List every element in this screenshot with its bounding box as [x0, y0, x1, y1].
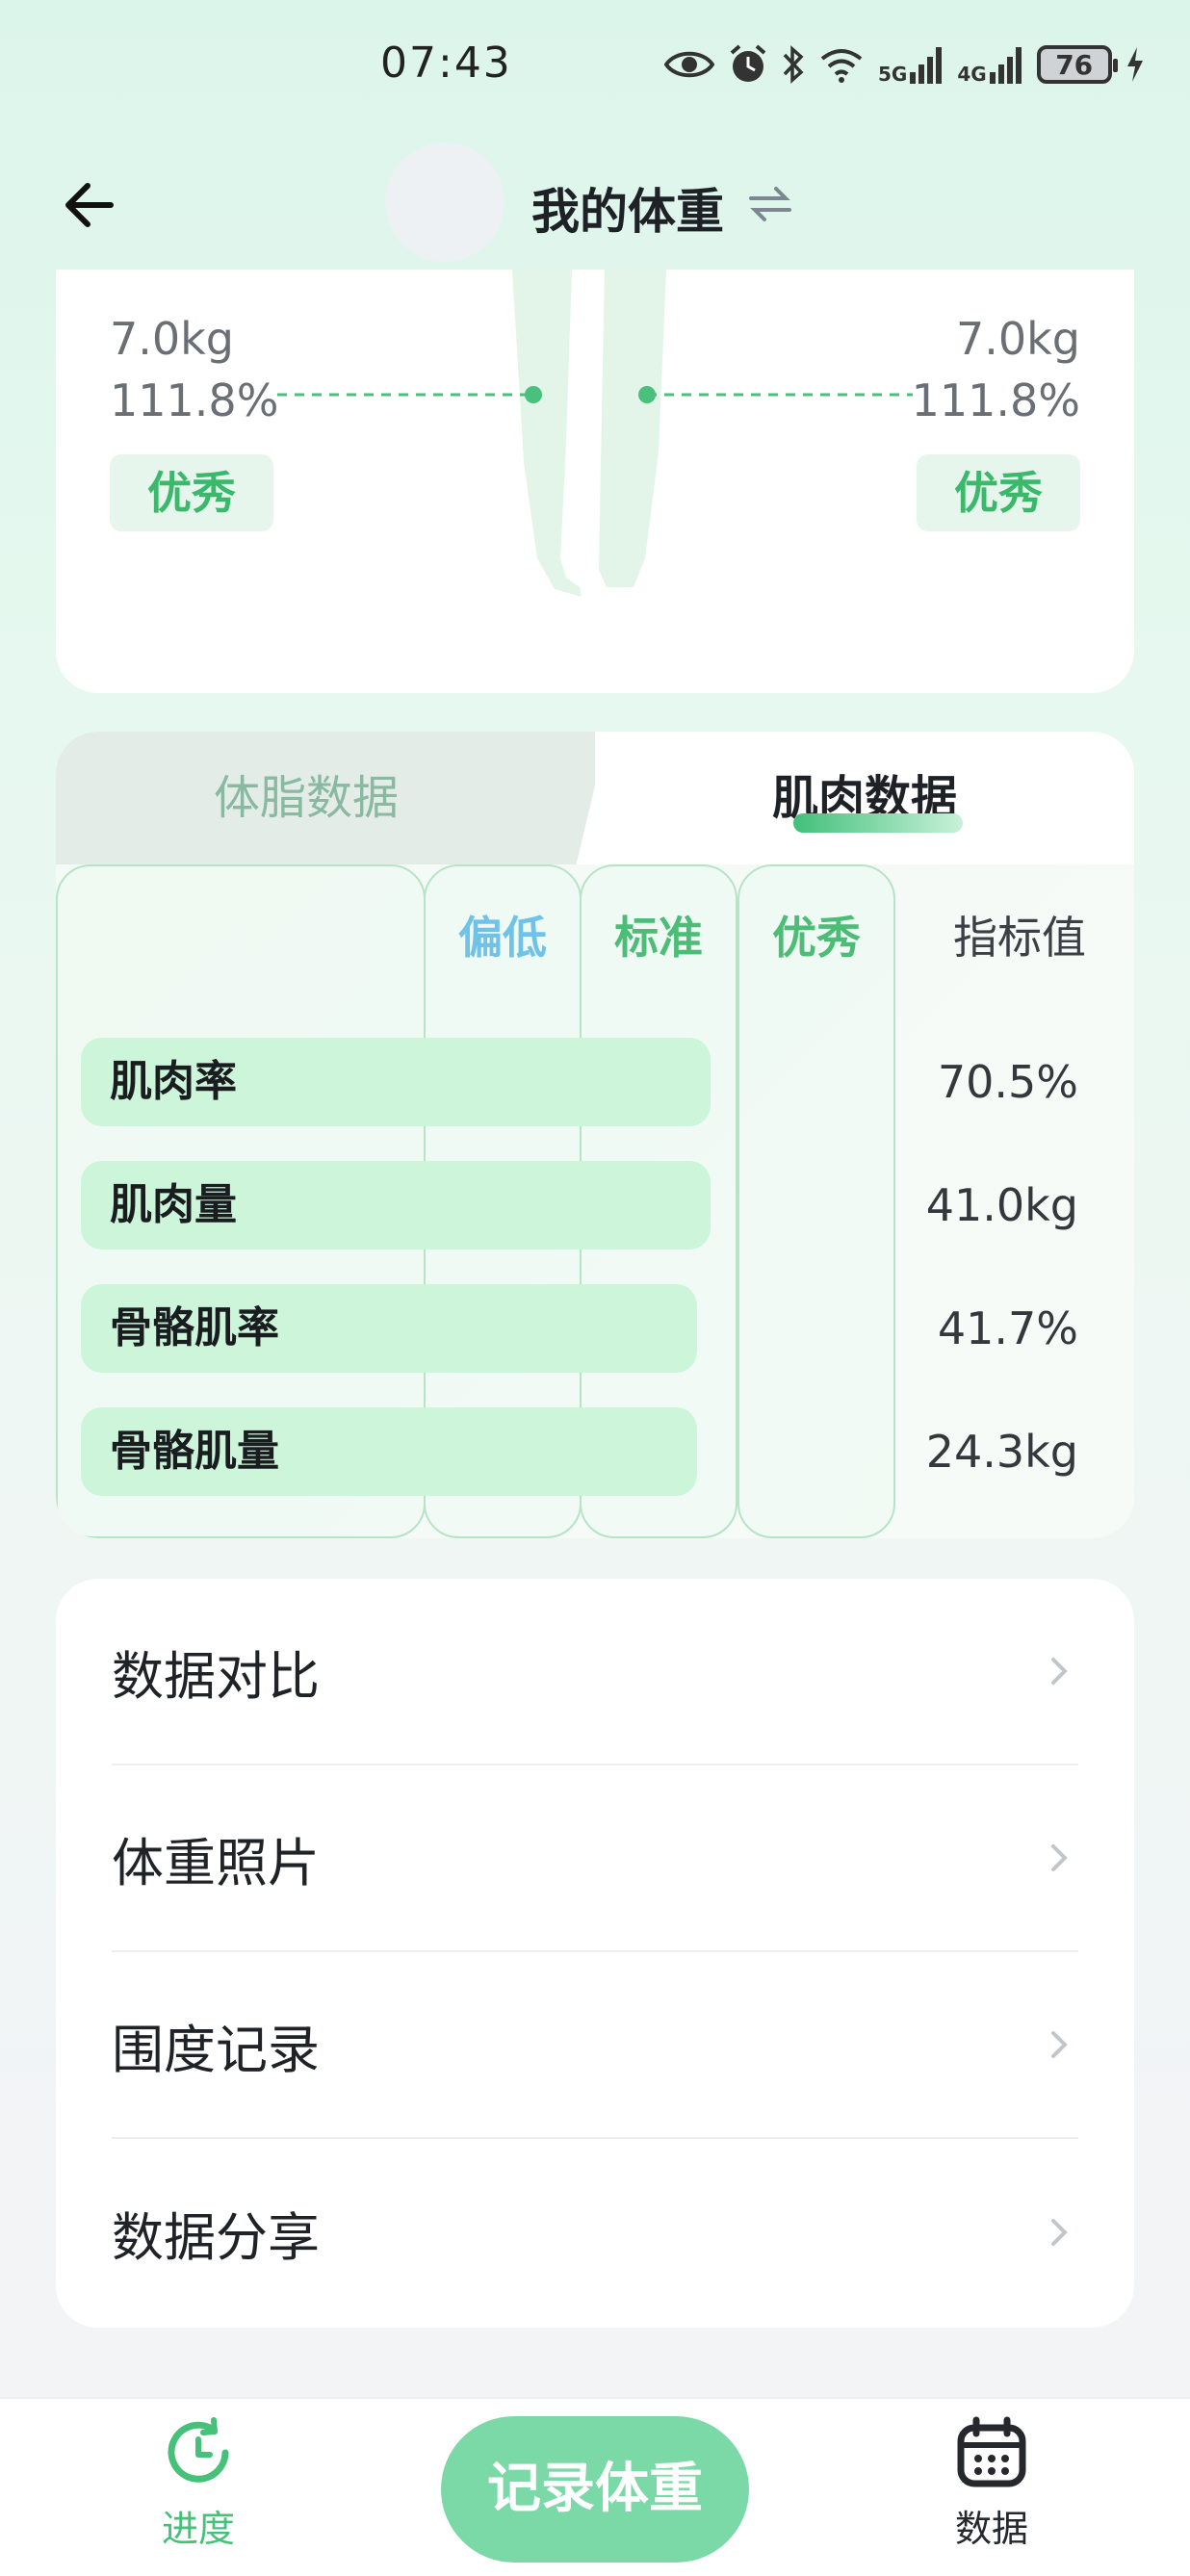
bluetooth-icon [782, 43, 805, 86]
right-grade-badge: 优秀 [917, 454, 1080, 531]
arrow-left-icon [65, 183, 114, 227]
nav-progress[interactable]: 进度 [112, 2416, 285, 2552]
left-grade-badge: 优秀 [110, 454, 273, 531]
menu-label: 围度记录 [112, 2019, 320, 2080]
menu-item-weight-photos[interactable]: 体重照片 [112, 1765, 1078, 1952]
chevron-right-icon [1051, 2219, 1068, 2246]
header-low: 偏低 [458, 912, 547, 964]
menu-label: 数据对比 [112, 1645, 320, 1707]
menu-label: 体重照片 [112, 1832, 320, 1893]
status-bar: 07:43 5G 4G 76 [0, 0, 1190, 135]
row-name-skeletal-mass: 骨骼肌量 [110, 1427, 279, 1476]
wifi-icon [818, 45, 865, 84]
signal-5g-icon: 5G [878, 45, 944, 84]
alarm-icon [728, 43, 768, 86]
battery-indicator: 76 [1036, 45, 1118, 84]
nav-data[interactable]: 数据 [905, 2416, 1078, 2552]
header-standard: 标准 [614, 912, 703, 964]
options-menu-card: 数据对比 体重照片 围度记录 数据分享 [56, 1579, 1134, 2328]
row-name-skeletal-rate: 骨骼肌率 [110, 1303, 279, 1352]
row-value-skeletal-mass: 24.3kg [925, 1426, 1078, 1478]
left-percent: 111.8% [110, 374, 279, 426]
right-limb-stats: 7.0kg 111.8% 优秀 [912, 308, 1080, 531]
bottom-nav: 进度 记录体重 数据 [0, 2397, 1190, 2576]
row-value-muscle-mass: 41.0kg [925, 1179, 1078, 1231]
avatar[interactable] [385, 142, 504, 262]
chevron-right-icon [1051, 2031, 1068, 2058]
signal-4g-icon: 4G [957, 45, 1022, 84]
body-figure-card: 7.0kg 111.8% 优秀 7.0kg 111.8% 优秀 [56, 270, 1134, 693]
status-time: 07:43 [380, 39, 512, 88]
record-weight-button[interactable]: 记录体重 [441, 2416, 749, 2563]
menu-item-girth-records[interactable]: 围度记录 [112, 1952, 1078, 2139]
header-value: 指标值 [953, 912, 1086, 964]
status-icons: 5G 4G 76 [664, 39, 1145, 90]
left-limb-stats: 7.0kg 111.8% 优秀 [110, 308, 278, 531]
calendar-icon [957, 2416, 1026, 2487]
menu-label: 数据分享 [112, 2206, 320, 2268]
right-percent: 111.8% [911, 374, 1080, 426]
nav-progress-label: 进度 [161, 2508, 235, 2550]
chevron-right-icon [1051, 1844, 1068, 1871]
back-button[interactable] [56, 171, 123, 239]
eye-icon [664, 48, 714, 81]
right-weight: 7.0kg [956, 313, 1080, 365]
page-title: 我的体重 [531, 184, 724, 240]
row-name-muscle-mass: 肌肉量 [110, 1180, 237, 1229]
menu-item-data-compare[interactable]: 数据对比 [112, 1579, 1078, 1765]
row-name-muscle-rate: 肌肉率 [110, 1057, 237, 1106]
left-weight: 7.0kg [110, 313, 234, 365]
nav-data-label: 数据 [954, 2508, 1028, 2550]
row-value-muscle-rate: 70.5% [937, 1056, 1078, 1108]
active-tab-indicator [793, 813, 963, 833]
header-excellent: 优秀 [772, 912, 861, 964]
row-value-skeletal-rate: 41.7% [937, 1302, 1078, 1354]
menu-item-data-share[interactable]: 数据分享 [112, 2139, 1078, 2326]
charging-icon [1125, 45, 1145, 84]
top-header: 我的体重 [0, 135, 1190, 270]
chevron-right-icon [1051, 1658, 1068, 1685]
progress-clock-icon [168, 2417, 229, 2483]
swap-arrows-icon[interactable] [747, 181, 793, 227]
tab-muscle[interactable]: 肌肉数据 [595, 732, 1134, 864]
body-data-card: 体脂数据 肌肉数据 偏低 标准 优秀 指标值 肌肉率 70.5% 肌肉量 41.… [56, 732, 1134, 1538]
